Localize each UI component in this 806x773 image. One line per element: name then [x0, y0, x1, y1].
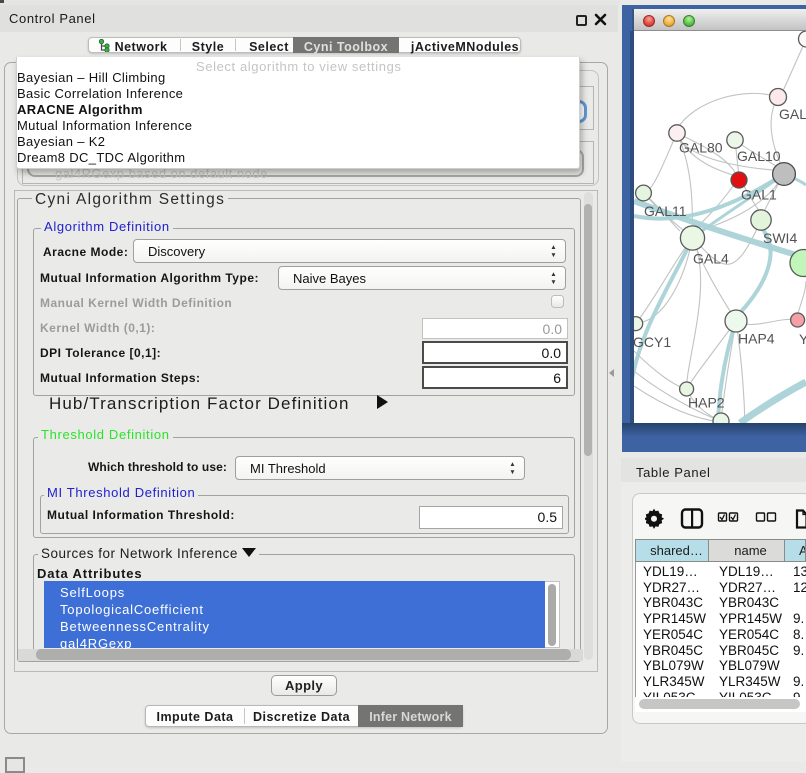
svg-text:GCY1: GCY1 — [634, 334, 671, 350]
svg-text:HAP4: HAP4 — [738, 331, 775, 347]
svg-text:GAL10: GAL10 — [737, 148, 781, 164]
svg-text:GAL1: GAL1 — [741, 187, 777, 203]
svg-text:GAL4: GAL4 — [693, 251, 729, 267]
svg-text:SWI4: SWI4 — [763, 230, 797, 246]
svg-text:YE: YE — [799, 331, 806, 347]
svg-text:GAL11: GAL11 — [644, 203, 687, 219]
svg-text:GAL7: GAL7 — [779, 106, 806, 122]
svg-text:HAP2: HAP2 — [688, 395, 725, 411]
svg-text:GAL80: GAL80 — [679, 140, 723, 156]
